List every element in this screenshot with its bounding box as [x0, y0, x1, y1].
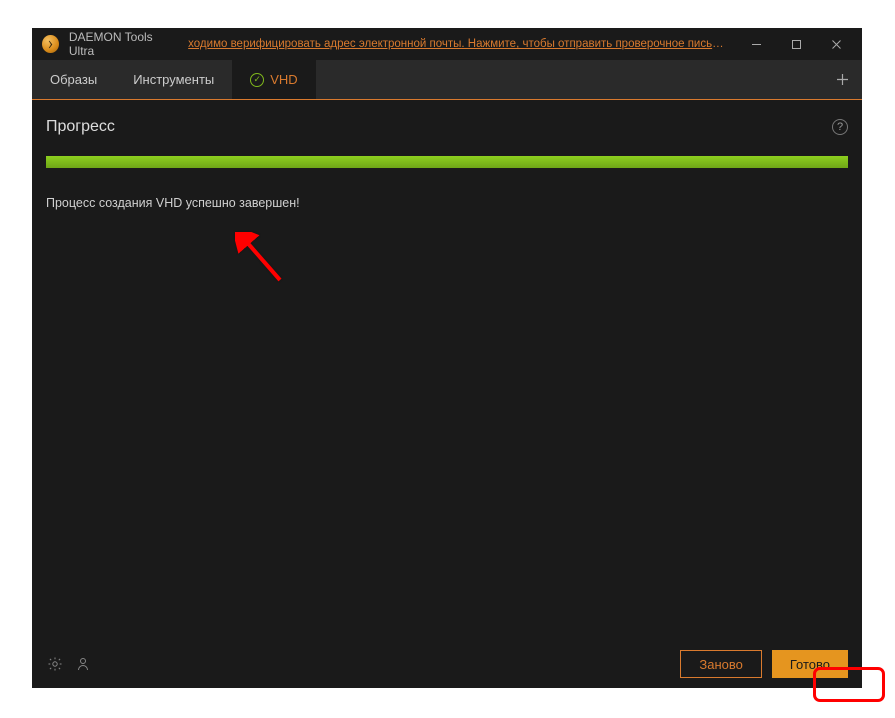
content-area: Прогресс ? Процесс создания VHD успешно … [32, 100, 862, 640]
tab-tools[interactable]: Инструменты [115, 60, 232, 99]
page-title: Прогресс [46, 118, 115, 136]
minimize-button[interactable] [736, 28, 776, 60]
check-icon: ✓ [250, 73, 264, 87]
tab-label: Инструменты [133, 72, 214, 87]
tab-add-button[interactable] [822, 60, 862, 99]
app-title: DAEMON Tools Ultra [69, 30, 174, 58]
progress-bar [46, 156, 848, 168]
content-header: Прогресс ? [46, 118, 848, 136]
verification-notice-link[interactable]: ходимо верифицировать адрес электронной … [188, 38, 724, 50]
tab-label: VHD [270, 72, 297, 87]
app-window: DAEMON Tools Ultra ходимо верифицировать… [32, 28, 862, 688]
settings-icon[interactable] [46, 655, 64, 673]
restart-button[interactable]: Заново [680, 650, 761, 678]
community-icon[interactable] [74, 655, 92, 673]
window-controls [736, 28, 856, 60]
tab-images[interactable]: Образы [32, 60, 115, 99]
titlebar: DAEMON Tools Ultra ходимо верифицировать… [32, 28, 862, 60]
tabbar: Образы Инструменты ✓ VHD [32, 60, 862, 100]
help-icon[interactable]: ? [832, 119, 848, 135]
tab-label: Образы [50, 72, 97, 87]
status-text: Процесс создания VHD успешно завершен! [46, 196, 848, 210]
footer: Заново Готово [32, 640, 862, 688]
close-button[interactable] [816, 28, 856, 60]
done-button[interactable]: Готово [772, 650, 848, 678]
maximize-button[interactable] [776, 28, 816, 60]
tab-vhd[interactable]: ✓ VHD [232, 60, 315, 99]
app-icon [42, 35, 59, 53]
